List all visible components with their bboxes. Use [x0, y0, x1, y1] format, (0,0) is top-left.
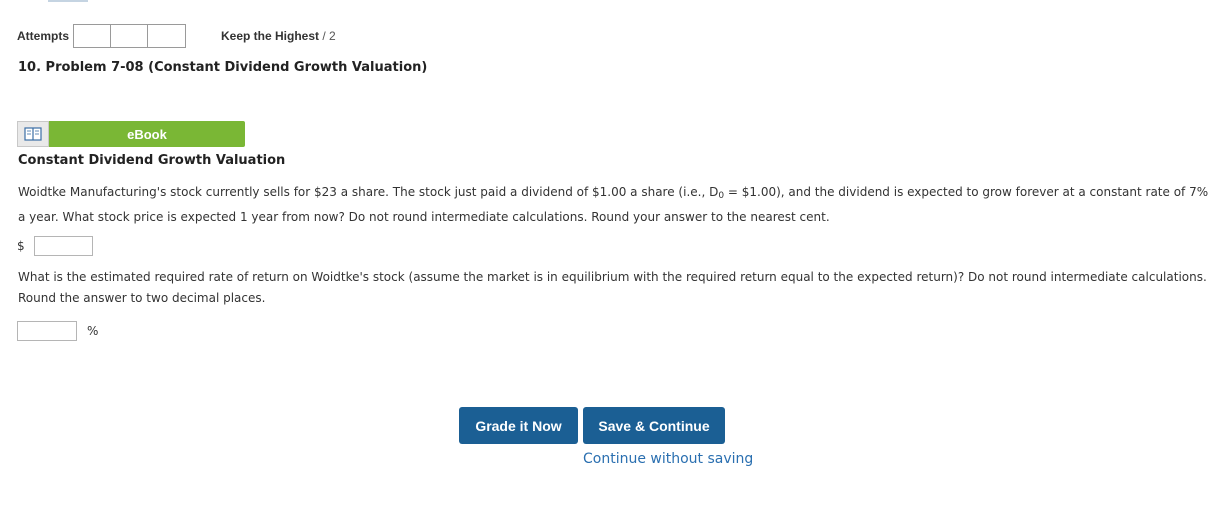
attempts-label: Attempts — [17, 29, 70, 43]
attempt-box — [148, 25, 185, 47]
book-icon[interactable] — [17, 121, 49, 147]
currency-label: $ — [17, 239, 25, 253]
grade-it-now-button[interactable]: Grade it Now — [459, 407, 578, 444]
keep-separator: / — [319, 29, 330, 43]
question-1-text: Woidtke Manufacturing's stock currently … — [18, 182, 1218, 228]
answer-1-row: $ — [17, 236, 93, 256]
return-rate-input[interactable] — [17, 321, 77, 341]
continue-without-saving-link[interactable]: Continue without saving — [583, 451, 753, 467]
keep-highest-label: Keep the Highest — [221, 29, 320, 43]
problem-title: 10. Problem 7-08 (Constant Dividend Grow… — [18, 60, 428, 75]
section-title: Constant Dividend Growth Valuation — [18, 153, 286, 168]
question-1-part1: Woidtke Manufacturing's stock currently … — [18, 185, 719, 199]
question-2-text: What is the estimated required rate of r… — [18, 270, 1207, 305]
ebook-button[interactable]: eBook — [49, 121, 245, 147]
stock-price-input[interactable] — [33, 236, 93, 256]
keep-max: 2 — [329, 29, 336, 43]
save-and-continue-button[interactable]: Save & Continue — [583, 407, 725, 444]
attempt-indicators — [73, 24, 187, 48]
attempt-box — [111, 25, 149, 47]
attempts-row: Attempts — [17, 24, 187, 48]
ebook-link[interactable]: eBook — [17, 121, 245, 147]
top-divider — [48, 0, 88, 2]
keep-highest-policy: Keep the Highest / 2 — [221, 29, 336, 43]
answer-2-row: % — [17, 321, 98, 341]
percent-label: % — [87, 324, 99, 338]
attempt-box — [74, 25, 112, 47]
